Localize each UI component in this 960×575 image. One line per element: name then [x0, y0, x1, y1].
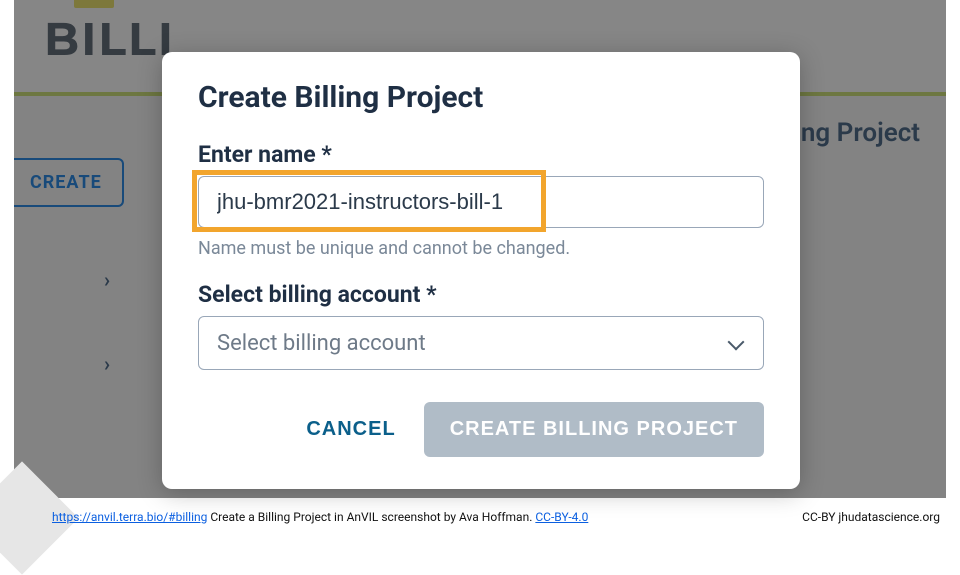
- create-billing-project-button[interactable]: CREATE BILLING PROJECT: [424, 402, 764, 457]
- chevron-right-icon[interactable]: ›: [104, 352, 110, 376]
- create-button-bg[interactable]: CREATE: [14, 158, 124, 207]
- source-url-link[interactable]: https://anvil.terra.bio/#billing: [52, 510, 207, 524]
- billing-account-label: Select billing account *: [198, 281, 764, 308]
- name-label: Enter name *: [198, 141, 764, 168]
- modal-actions: CANCEL CREATE BILLING PROJECT: [198, 402, 764, 457]
- create-billing-project-modal: Create Billing Project Enter name * Name…: [162, 52, 800, 489]
- modal-title: Create Billing Project: [198, 80, 764, 115]
- breadcrumb-fragment: ng Project: [801, 118, 920, 148]
- attribution-footer: https://anvil.terra.bio/#billing Create …: [52, 510, 940, 524]
- attribution-right: CC-BY jhudatascience.org: [802, 510, 940, 524]
- billing-account-placeholder: Select billing account: [217, 331, 426, 356]
- cancel-button[interactable]: CANCEL: [306, 418, 395, 441]
- license-link[interactable]: CC-BY-4.0: [535, 510, 588, 524]
- billing-account-select[interactable]: Select billing account: [198, 316, 764, 370]
- chevron-down-icon: [727, 334, 745, 352]
- name-hint: Name must be unique and cannot be change…: [198, 238, 764, 259]
- project-name-input[interactable]: [198, 176, 764, 228]
- attribution-text: Create a Billing Project in AnVIL screen…: [210, 510, 535, 524]
- chevron-right-icon[interactable]: ›: [104, 268, 110, 292]
